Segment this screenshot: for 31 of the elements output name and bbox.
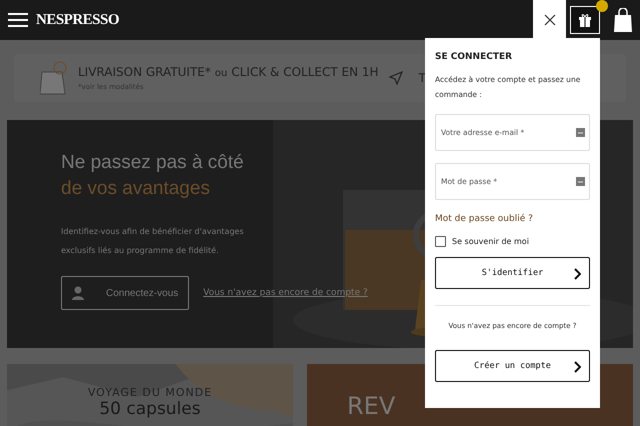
shopping-bag-icon [40,60,68,96]
chevron-icon [573,268,581,280]
close-button[interactable] [533,0,566,40]
gift-icon [578,13,592,27]
gift-button[interactable] [570,6,600,34]
banner-text: T [418,71,426,85]
hero-subtitle: de vos avantages [61,178,211,200]
menu-icon[interactable] [8,12,28,28]
hero-text: Identifiez-vous afin de bénéficier d'avantages exclusifs liés au programme de fidélité. [61,226,245,257]
card-title: REV [347,392,396,420]
banner-text: ou [214,68,228,79]
create-account-button[interactable]: Créer un compte [435,350,590,382]
register-link[interactable]: Vous n'avez pas encore de compte ? [203,288,368,298]
forgot-password-link[interactable]: Mot de passe oublié ? [435,214,590,224]
checkbox-label: Se souvenir de moi [452,237,529,246]
shopping-bag-icon[interactable] [614,8,632,32]
keyboard-icon [576,177,585,186]
logo[interactable]: NESPRESSO [36,12,120,28]
hero-title: Ne passez pas à côté [61,152,245,174]
chevron-icon [573,361,581,373]
keyboard-icon [576,128,585,137]
card-title: 50 capsules [99,399,201,419]
close-icon [544,14,556,26]
panel-title: SE CONNECTER [435,52,514,62]
login-button[interactable]: Connectez-vous [61,276,190,310]
sign-in-button[interactable]: S'identifier [435,257,590,289]
banner-title: LIVRAISON GRATUITE* [78,65,211,79]
user-icon [72,286,84,300]
banner-title: CLICK & COLLECT EN 1H [231,65,379,79]
location-arrow-icon [388,71,403,85]
checkbox[interactable] [435,236,446,247]
